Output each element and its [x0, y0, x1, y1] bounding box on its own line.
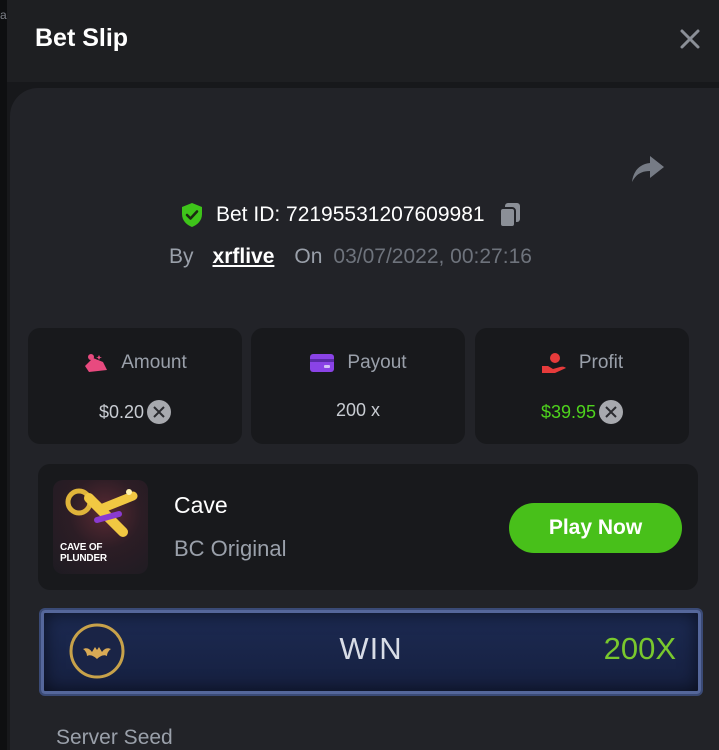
xrp-coin-icon [599, 400, 624, 424]
profit-label: Profit [578, 352, 624, 373]
modal-header: Bet Slip [7, 0, 719, 82]
on-label: On [294, 245, 323, 268]
profit-value: $39.95 [540, 401, 597, 422]
xrp-coin-icon [147, 400, 172, 424]
by-label: By [169, 245, 194, 268]
amount-value-row: $0.20 [28, 400, 242, 424]
game-subtitle: BC Original [174, 536, 287, 561]
payout-value: 200 x [335, 400, 381, 420]
profit-hand-icon [541, 353, 566, 373]
result-multiplier: 200X [603, 631, 676, 666]
background-edge-char: a [0, 8, 7, 22]
result-banner: WIN 200X [41, 610, 701, 694]
result-label: WIN [339, 631, 403, 666]
profit-value-row: $39.95 [475, 400, 689, 424]
amount-label-row: Amount [28, 352, 242, 374]
profit-label-row: Profit [475, 352, 689, 374]
server-seed-label: Server Seed [56, 726, 173, 749]
bet-id-row: Bet ID: 72195531207609981 [180, 200, 521, 230]
payout-value-row: 200 x [251, 400, 465, 421]
modal-title: Bet Slip [35, 24, 129, 52]
payout-label: Payout [347, 352, 407, 373]
amount-icon [85, 354, 108, 372]
profit-card: Profit $39.95 [475, 328, 689, 444]
game-thumbnail[interactable]: CAVE OF PLUNDER [53, 480, 148, 574]
payout-label-row: Payout [251, 352, 465, 374]
bet-id: Bet ID: 72195531207609981 [216, 203, 485, 226]
amount-card: Amount $0.20 [28, 328, 242, 444]
play-now-button[interactable]: Play Now [509, 503, 682, 553]
copy-icon[interactable] [498, 202, 521, 228]
background-edge: a [0, 0, 7, 750]
bet-meta-row: By xrflive On 03/07/2022, 00:27:16 [169, 242, 532, 272]
share-icon[interactable] [630, 152, 666, 186]
close-icon[interactable] [677, 26, 703, 52]
payout-card: Payout 200 x [251, 328, 465, 444]
wallet-icon [310, 354, 335, 372]
bet-datetime: 03/07/2022, 00:27:16 [333, 245, 532, 268]
thumbnail-caption: CAVE OF PLUNDER [60, 542, 107, 564]
amount-label: Amount [121, 352, 187, 373]
game-name: Cave [174, 492, 228, 518]
amount-value: $0.20 [98, 401, 145, 422]
bet-slip-card: Bet ID: 72195531207609981 By xrflive On … [10, 88, 719, 750]
verified-shield-icon [182, 203, 202, 227]
username-link[interactable]: xrflive [213, 245, 275, 269]
game-card: CAVE OF PLUNDER Cave BC Original Play No… [38, 464, 698, 590]
